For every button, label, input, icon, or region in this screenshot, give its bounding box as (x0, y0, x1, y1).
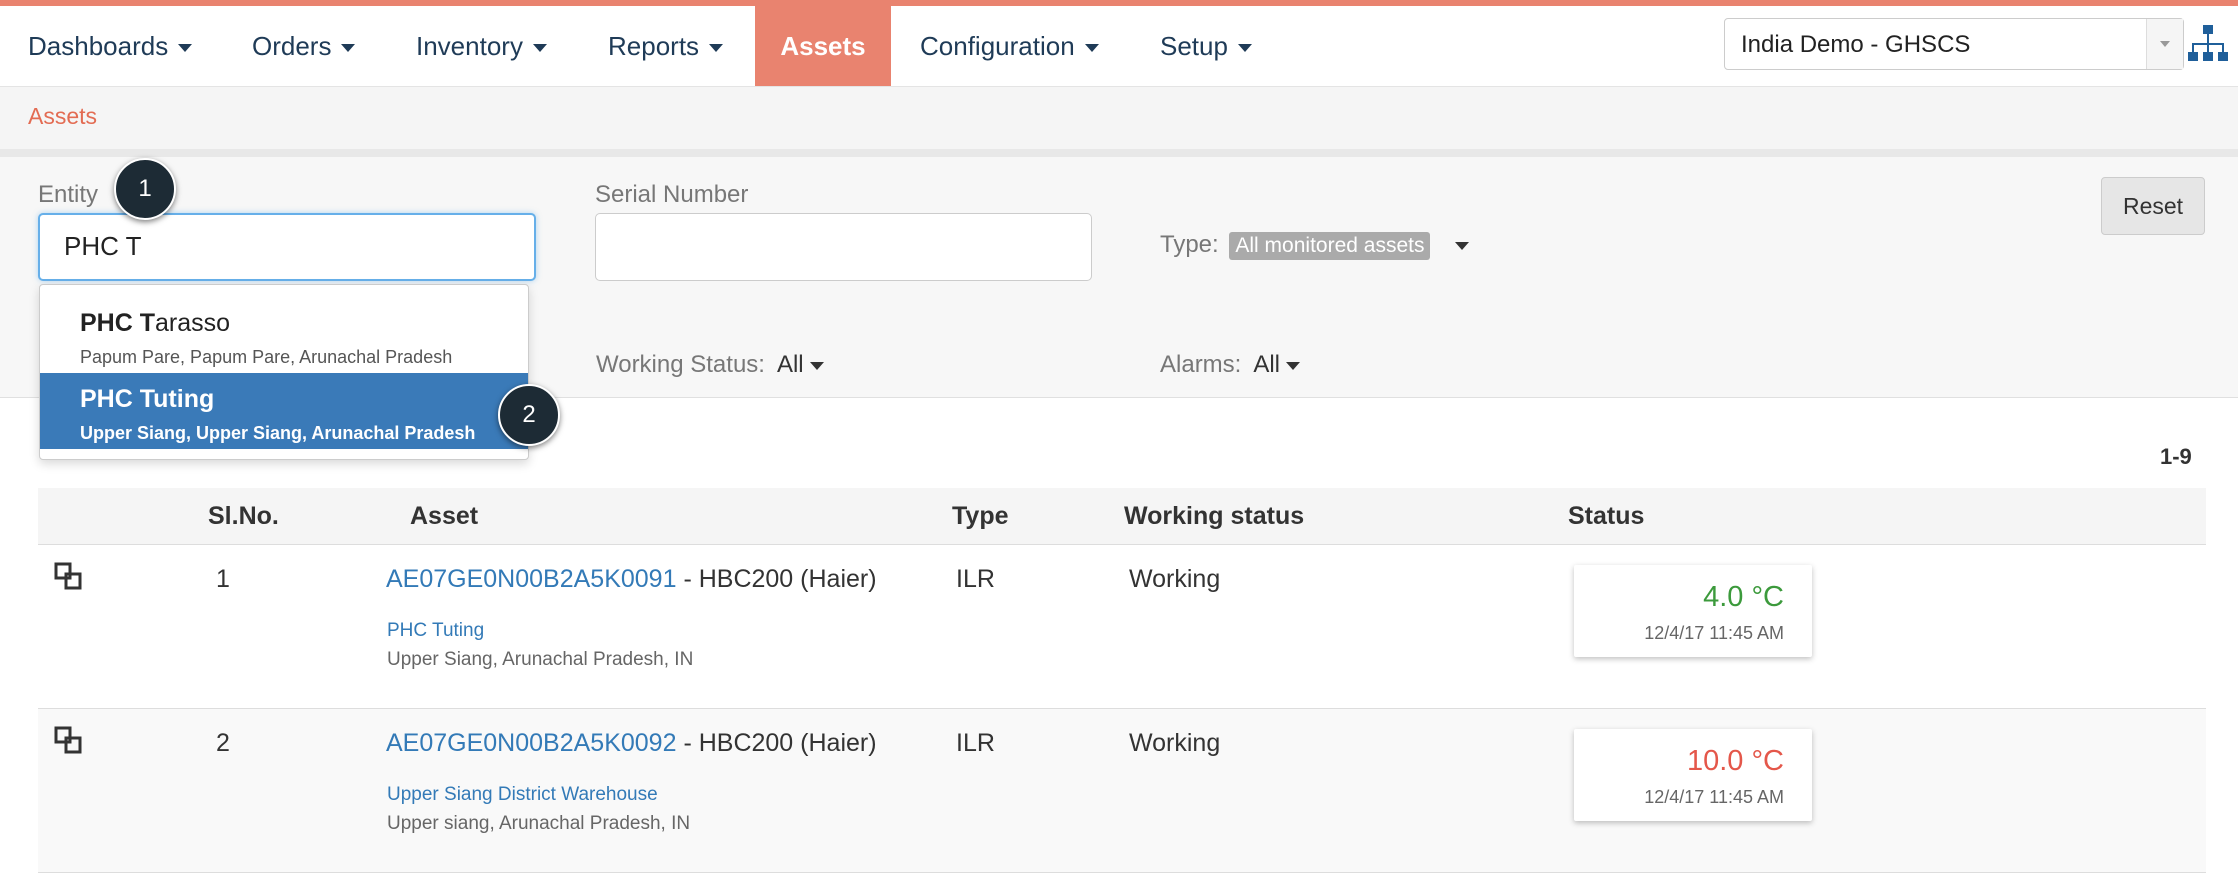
nav-reports-label: Reports (608, 31, 700, 61)
nav-setup-label: Setup (1160, 31, 1228, 61)
header-type: Type (952, 502, 1009, 530)
nav-inventory-label: Inventory (416, 31, 523, 61)
header-status: Status (1568, 502, 1645, 530)
suggestion-item[interactable]: PHC Tarasso Papum Pare, Papum Pare, Arun… (40, 297, 528, 373)
serial-number-label: Serial Number (595, 181, 749, 208)
nav-dashboards[interactable]: Dashboards (28, 6, 193, 86)
nav-configuration-label: Configuration (920, 31, 1075, 61)
asset-model: - HBC200 (Haier) (676, 565, 877, 593)
asset-entity-link[interactable]: Upper Siang District Warehouse (387, 784, 658, 806)
entity-label: Entity (38, 181, 99, 208)
chevron-down-icon (809, 361, 824, 370)
type-filter[interactable]: Type: All monitored assets (1160, 231, 1470, 260)
type-value-badge: All monitored assets (1229, 232, 1431, 260)
step-marker-1: 1 (114, 158, 176, 220)
expand-asset-icon[interactable] (54, 725, 88, 759)
asset-type: ILR (956, 565, 995, 593)
domain-select[interactable]: India Demo - GHSCS (1724, 18, 2184, 70)
nav-inventory[interactable]: Inventory (416, 6, 547, 86)
select-arrow-icon[interactable] (2146, 19, 2183, 69)
alarms-label: Alarms: (1160, 351, 1242, 378)
temperature-timestamp: 12/4/17 11:45 AM (1644, 787, 1784, 807)
serial-number-input[interactable] (595, 213, 1092, 281)
asset-id-link[interactable]: AE07GE0N00B2A5K0091 (386, 565, 677, 593)
nav-assets[interactable]: Assets (755, 6, 891, 86)
step-marker-2: 2 (498, 384, 560, 446)
chevron-down-icon (1286, 361, 1301, 370)
reset-button[interactable]: Reset (2101, 177, 2205, 235)
breadcrumb[interactable]: Assets (28, 103, 97, 130)
org-chart-icon[interactable] (2186, 22, 2230, 66)
working-status-value: All (776, 351, 804, 378)
asset-model: - HBC200 (Haier) (676, 729, 877, 757)
chevron-down-icon (178, 44, 193, 53)
alarms-filter[interactable]: Alarms: All (1160, 351, 1301, 379)
nav-configuration[interactable]: Configuration (920, 6, 1099, 86)
entity-input-value: PHC T (64, 231, 142, 261)
domain-select-value: India Demo - GHSCS (1741, 31, 1971, 58)
working-status: Working (1129, 565, 1221, 593)
temperature-value: 10.0 °C (1686, 745, 1784, 777)
temperature-value: 4.0 °C (1703, 581, 1784, 613)
asset-cell: AE07GE0N00B2A5K0092 - HBC200 (Haier) (386, 729, 877, 758)
breadcrumb-bar: Assets (0, 87, 2238, 157)
chevron-down-icon (709, 44, 724, 53)
row-slno: 2 (216, 729, 230, 757)
nav-orders[interactable]: Orders (252, 6, 356, 86)
chevron-down-icon (1455, 241, 1470, 250)
result-range: 1-9 (2160, 444, 2192, 469)
table-row: 2 AE07GE0N00B2A5K0092 - HBC200 (Haier) U… (38, 709, 2206, 873)
header-working-status: Working status (1124, 502, 1305, 530)
nav-reports[interactable]: Reports (608, 6, 724, 86)
asset-cell: AE07GE0N00B2A5K0091 - HBC200 (Haier) (386, 565, 877, 594)
temperature-timestamp: 12/4/17 11:45 AM (1644, 623, 1784, 643)
asset-entity-link[interactable]: PHC Tuting (387, 620, 484, 642)
chevron-down-icon (1237, 44, 1252, 53)
nav-orders-label: Orders (252, 31, 332, 61)
entity-suggestions-dropdown: PHC Tarasso Papum Pare, Papum Pare, Arun… (39, 284, 529, 460)
suggestion-item-selected[interactable]: PHC Tuting Upper Siang, Upper Siang, Aru… (40, 373, 528, 449)
suggestion-location: Upper Siang, Upper Siang, Arunachal Prad… (80, 423, 476, 443)
header-slno: Sl.No. (208, 502, 279, 530)
alarms-value: All (1253, 351, 1281, 378)
chevron-down-icon (341, 44, 356, 53)
nav-assets-label: Assets (780, 31, 866, 61)
asset-location: Upper siang, Arunachal Pradesh, IN (387, 813, 691, 834)
table-header: Sl.No. Asset Type Working status Status (38, 488, 2206, 545)
working-status-filter[interactable]: Working Status: All (596, 351, 824, 379)
asset-type: ILR (956, 729, 995, 757)
suggestion-title: PHC Tarasso (80, 309, 231, 337)
working-status: Working (1129, 729, 1221, 757)
asset-id-link[interactable]: AE07GE0N00B2A5K0092 (386, 729, 677, 757)
working-status-label: Working Status: (596, 351, 765, 378)
nav-dashboards-label: Dashboards (28, 31, 169, 61)
suggestion-location: Papum Pare, Papum Pare, Arunachal Prades… (80, 347, 453, 367)
nav-setup[interactable]: Setup (1160, 6, 1252, 86)
type-label: Type: (1160, 231, 1219, 258)
asset-location: Upper Siang, Arunachal Pradesh, IN (387, 649, 694, 670)
expand-asset-icon[interactable] (54, 561, 88, 595)
temperature-status-card[interactable]: 4.0 °C 12/4/17 11:45 AM (1574, 565, 1812, 657)
entity-input[interactable]: PHC T (38, 213, 536, 281)
temperature-status-card[interactable]: 10.0 °C 12/4/17 11:45 AM (1574, 729, 1812, 821)
header-asset: Asset (410, 502, 479, 530)
chevron-down-icon (532, 44, 547, 53)
chevron-down-icon (1084, 44, 1099, 53)
row-slno: 1 (216, 565, 230, 593)
table-row: 1 AE07GE0N00B2A5K0091 - HBC200 (Haier) P… (38, 545, 2206, 709)
suggestion-title: PHC Tuting (80, 385, 215, 413)
